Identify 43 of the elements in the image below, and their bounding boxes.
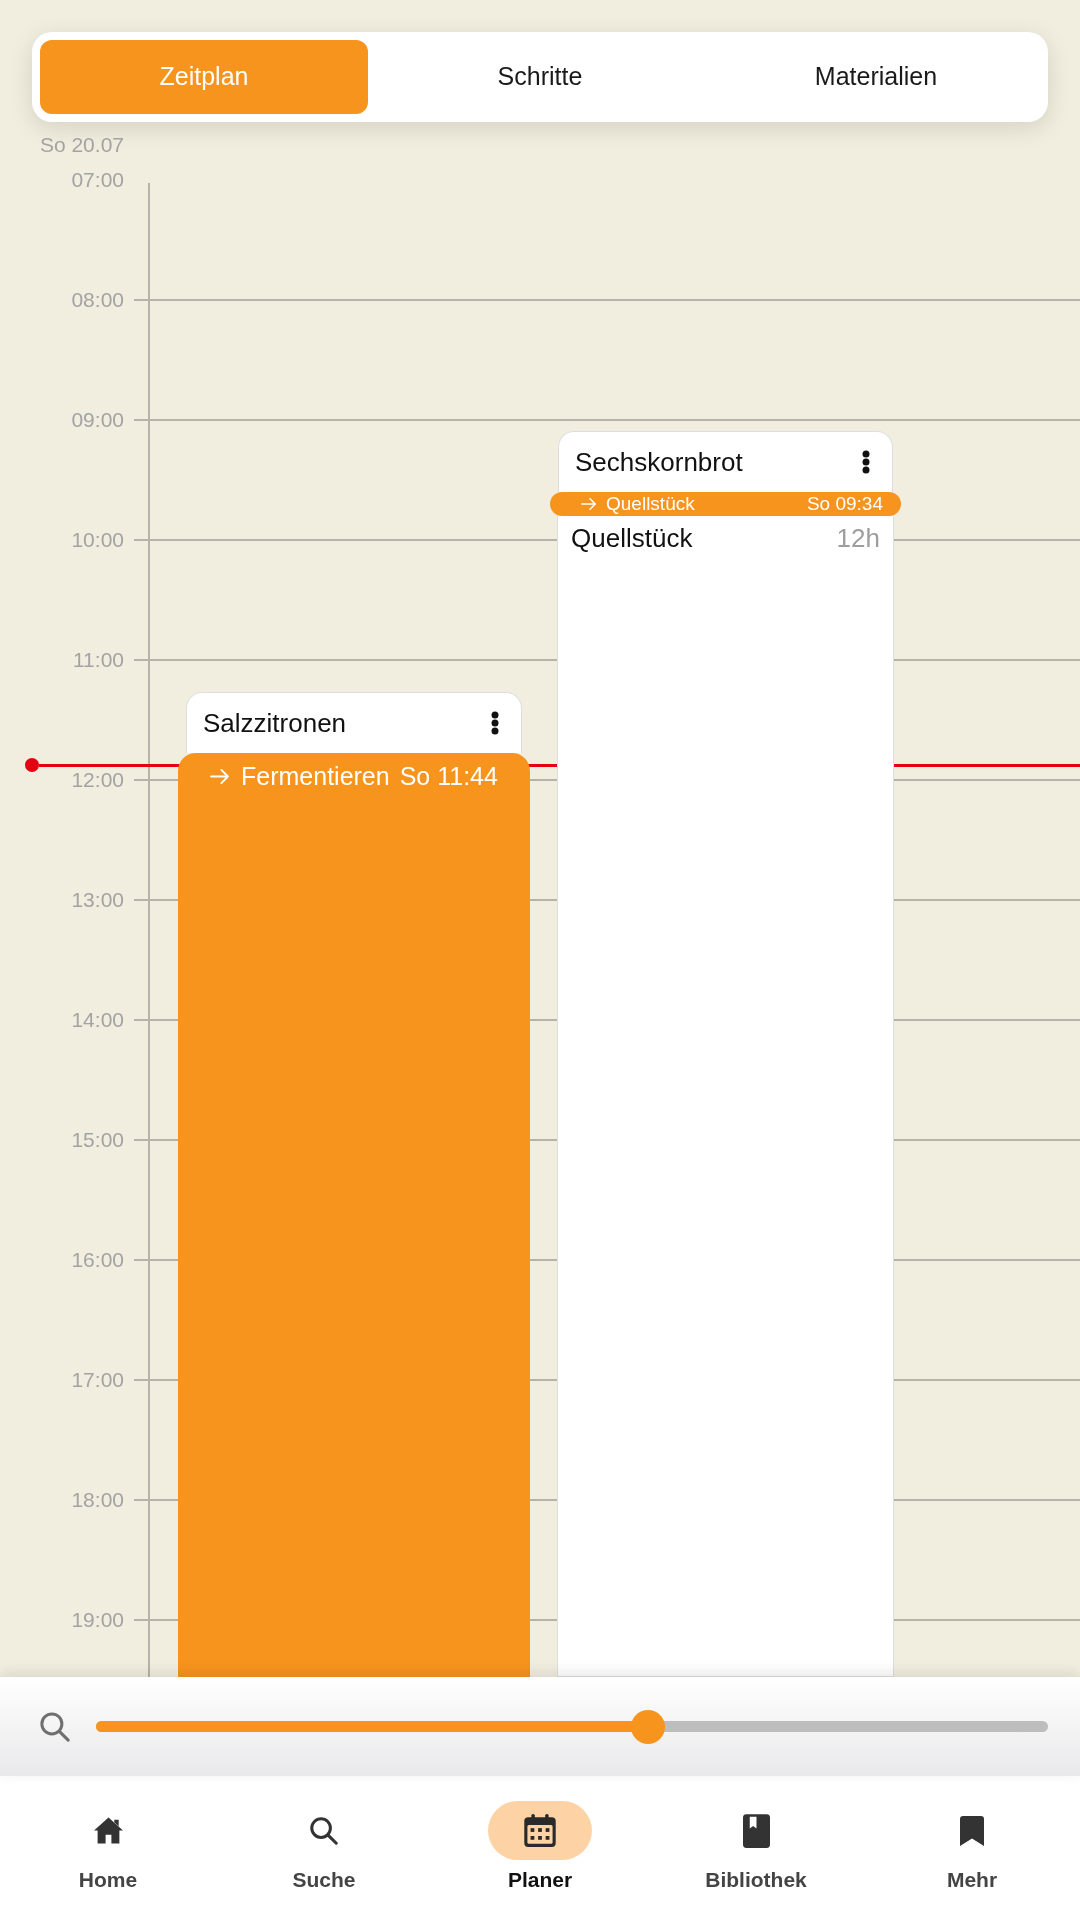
arrow-right-icon [210, 768, 229, 784]
hour-label: 09:00 [70, 408, 124, 432]
step-time: So 09:34 [806, 492, 883, 516]
slider-thumb[interactable] [631, 1709, 666, 1744]
hour-label: 18:00 [70, 1488, 124, 1512]
calendar-icon [524, 1814, 556, 1847]
hour-label: 07:00 [70, 168, 124, 192]
hour-label: 17:00 [70, 1368, 124, 1392]
more-vertical-icon[interactable] [491, 711, 499, 735]
hour-label: 11:00 [72, 648, 124, 672]
more-vertical-icon[interactable] [862, 450, 870, 474]
nav-item[interactable]: Planer [488, 1801, 592, 1892]
hour-label: 16:00 [70, 1248, 124, 1272]
zoom-slider[interactable] [96, 1709, 1048, 1744]
date-label: So 20.07 [38, 133, 124, 157]
event-title: Salzzitronen [203, 707, 347, 739]
hour-label: 14:00 [70, 1008, 124, 1032]
book-icon [742, 1813, 770, 1848]
nav-item[interactable]: Bibliothek [704, 1801, 808, 1892]
step-name: Fermentieren [241, 761, 390, 791]
tab[interactable]: Materialien [712, 40, 1040, 114]
hour-label: 19:00 [70, 1608, 124, 1632]
arrow-right-icon [581, 498, 596, 510]
zoom-icon [40, 1711, 70, 1742]
event-header[interactable]: Sechskornbrot [558, 431, 893, 492]
step-name: Quellstück [571, 523, 693, 553]
nav-item[interactable]: Mehr [920, 1801, 1024, 1892]
event-header[interactable]: Salzzitronen [186, 692, 522, 753]
hour-label: 08:00 [70, 288, 124, 312]
hour-label: 15:00 [70, 1128, 124, 1152]
hour-label: 10:00 [70, 528, 124, 552]
nav-item[interactable]: Suche [272, 1801, 376, 1892]
step-duration: 12h [836, 523, 880, 553]
step-time: So 11:44 [399, 761, 498, 791]
tab[interactable]: Schritte [376, 40, 704, 114]
search-icon [310, 1816, 338, 1845]
home-icon [93, 1817, 123, 1844]
nav-item[interactable]: Home [56, 1801, 160, 1892]
event-title: Sechskornbrot [575, 446, 743, 478]
step-name: Quellstück [606, 492, 695, 516]
bookmark-icon [960, 1815, 984, 1846]
hour-label: 13:00 [70, 888, 124, 912]
hour-label: 12:00 [70, 768, 124, 792]
